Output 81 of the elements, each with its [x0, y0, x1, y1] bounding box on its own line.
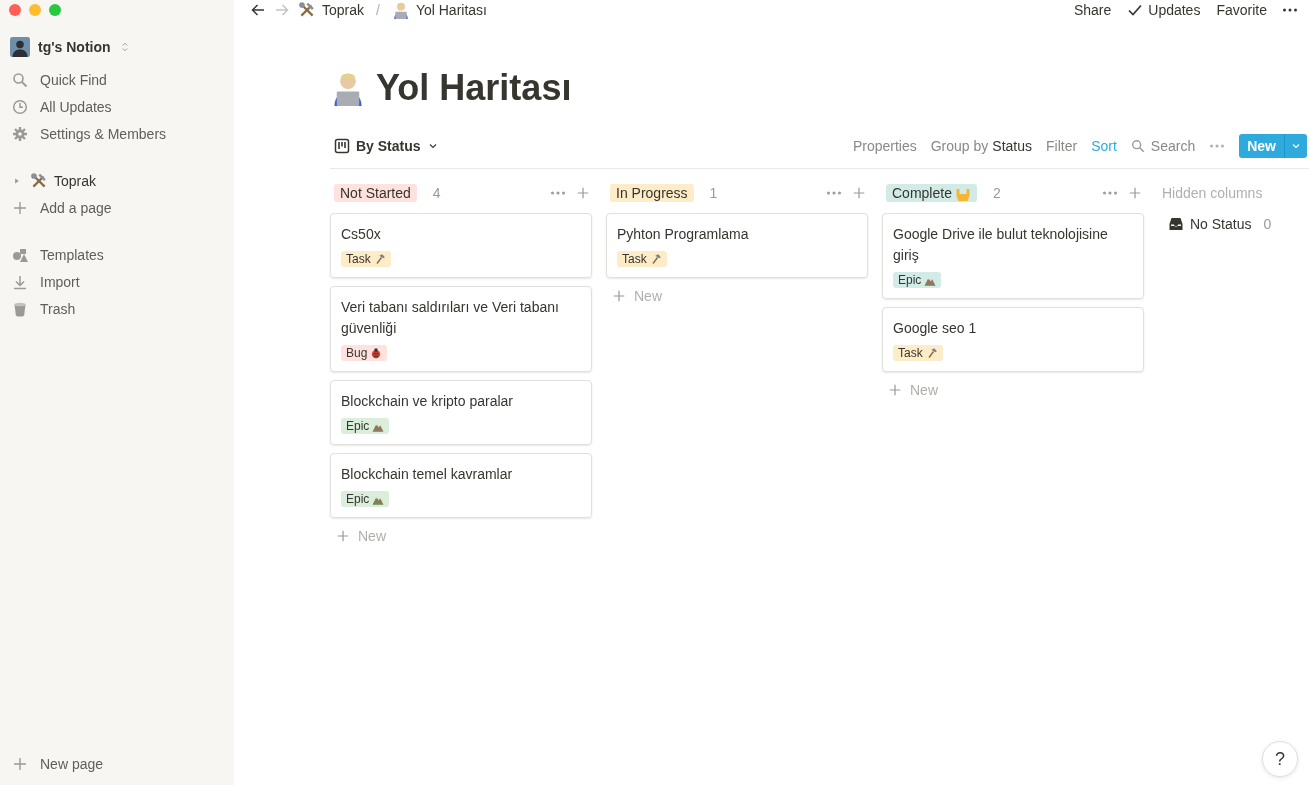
plus-icon — [12, 756, 28, 772]
group-by-value[interactable]: Status — [992, 138, 1033, 154]
person-laptop-icon — [391, 1, 410, 19]
minimize-window-button[interactable] — [29, 4, 41, 16]
clock-icon — [12, 98, 28, 115]
trash-icon — [12, 300, 28, 317]
card-title: Blockchain ve kripto paralar — [341, 392, 513, 411]
sidebar-item[interactable]: Quick Find — [0, 66, 119, 93]
zoom-window-button[interactable] — [49, 4, 61, 16]
filter-button[interactable]: Filter — [1046, 138, 1078, 154]
updates-button[interactable]: Updates — [1127, 2, 1201, 18]
tools-icon — [30, 171, 48, 190]
status-label: Not Started — [334, 184, 417, 202]
page-title: Yol Haritası — [330, 66, 1309, 110]
breadcrumb[interactable]: Yol Haritası — [391, 1, 487, 19]
task-card[interactable]: Veri tabanı saldırıları ve Veri tabanı güvenliği Bug — [330, 286, 592, 372]
status-label: Complete — [886, 184, 977, 202]
hidden-column[interactable]: No Status 0 — [1162, 216, 1302, 232]
plus-icon — [612, 289, 626, 303]
favorite-button[interactable]: Favorite — [1216, 2, 1267, 18]
status-label: In Progress — [610, 184, 694, 202]
task-card[interactable]: Google Drive ile bulut teknolojisine giriş Epic — [882, 213, 1144, 299]
plus-icon — [336, 529, 350, 543]
hidden-columns-heading: Hidden columns — [1162, 184, 1264, 203]
search-icon — [1130, 139, 1145, 153]
sidebar-item[interactable]: Settings & Members — [0, 120, 179, 147]
task-card[interactable]: Blockchain temel kavramlar Epic — [330, 453, 592, 518]
download-icon — [12, 273, 28, 290]
card-title: Pyhton Programlama — [617, 225, 749, 244]
tools-icon — [298, 1, 316, 19]
task-card[interactable]: Google seo 1 Task — [882, 307, 1144, 372]
plus-icon — [12, 199, 28, 216]
sidebar-item[interactable]: All Updates — [0, 93, 124, 120]
sidebar-item[interactable]: Templates — [0, 241, 116, 268]
breadcrumb-separator: / — [376, 2, 380, 18]
card-title: Cs50x — [341, 225, 381, 244]
workspace-switcher[interactable]: tg's Notion — [0, 28, 141, 66]
plus-icon[interactable] — [852, 186, 866, 200]
task-card[interactable]: Pyhton Programlama Task — [606, 213, 868, 278]
breadcrumb[interactable]: Toprak — [298, 1, 365, 19]
type-tag: Bug — [341, 345, 388, 361]
sidebar-item[interactable]: Trash — [0, 295, 88, 322]
settings-icon — [12, 125, 28, 142]
search-icon — [12, 71, 28, 88]
add-page-button[interactable]: Add a page — [0, 194, 124, 221]
check-icon — [1127, 2, 1144, 18]
sidebar-page[interactable]: Toprak — [0, 167, 109, 194]
help-button[interactable]: ? — [1262, 741, 1298, 777]
new-page-button[interactable]: New page — [0, 747, 116, 781]
search-button[interactable]: Search — [1130, 138, 1196, 154]
card-count: 2 — [992, 185, 1001, 201]
card-title: Google Drive ile bulut teknolojisine giriş — [893, 225, 1109, 265]
plus-icon[interactable] — [576, 186, 590, 200]
ladybug-icon — [370, 347, 383, 359]
share-button[interactable]: Share — [1073, 2, 1112, 18]
inbox-icon — [1168, 216, 1184, 232]
card-title: Google seo 1 — [893, 319, 977, 338]
plus-icon — [888, 383, 902, 397]
type-tag: Epic — [341, 491, 390, 507]
view-selector[interactable]: By Status — [334, 138, 439, 154]
card-title: Veri tabanı saldırıları ve Veri tabanı güvenliği — [341, 298, 560, 338]
shapes-icon — [12, 246, 28, 263]
back-arrow-icon[interactable] — [250, 2, 266, 18]
type-tag: Task — [341, 251, 391, 267]
avatar-icon — [10, 37, 30, 57]
sidebar-item[interactable]: Import — [0, 268, 92, 295]
forward-arrow-icon[interactable] — [274, 2, 290, 18]
type-tag: Task — [893, 345, 943, 361]
close-window-button[interactable] — [9, 4, 21, 16]
type-tag: Epic — [341, 418, 390, 434]
card-title: Blockchain temel kavramlar — [341, 465, 513, 484]
properties-button[interactable]: Properties — [852, 138, 917, 154]
type-tag: Task — [617, 251, 667, 267]
board-icon — [334, 138, 350, 154]
card-count: 1 — [709, 185, 718, 201]
task-card[interactable]: Cs50x Task — [330, 213, 592, 278]
card-count: 4 — [432, 185, 441, 201]
plus-icon[interactable] — [1128, 186, 1142, 200]
type-tag: Epic — [893, 272, 942, 288]
group-by-label[interactable]: Group by — [930, 138, 989, 154]
task-card[interactable]: Blockchain ve kripto paralar Epic — [330, 380, 592, 445]
